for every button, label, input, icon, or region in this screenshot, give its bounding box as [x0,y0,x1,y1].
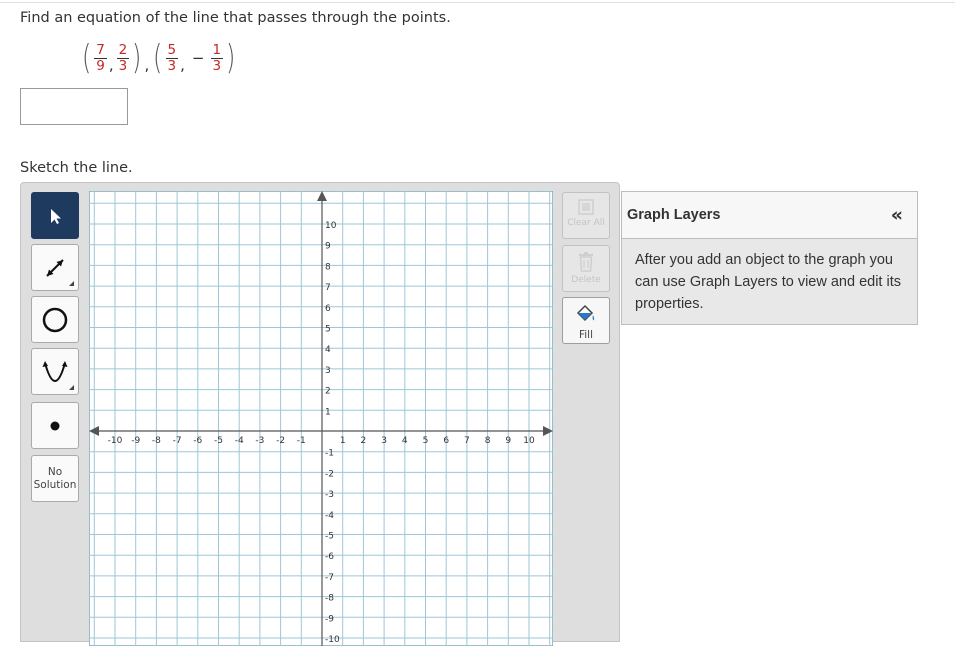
x-tick-label: 9 [505,436,511,446]
y-tick-label: 5 [325,325,331,335]
y-tick-label: -5 [325,532,334,542]
fill-button[interactable]: Fill [562,297,610,344]
paint-bucket-icon [576,304,595,322]
x-tick-label: 8 [485,436,491,446]
coordinate-grid[interactable]: -10 -9 -8 -7 -6 -5 -4 -3 -2 -1 1 2 3 4 5 6 7 8 9 10 10 9 8 7 6 5 4… [89,191,553,646]
x-tick-label: -6 [193,436,202,446]
equation-answer-input[interactable] [20,88,128,125]
delete-button[interactable]: Delete [562,245,610,292]
select-tool-button[interactable] [31,192,79,239]
expand-corner-icon [69,281,74,286]
parabola-icon [42,360,68,382]
x-tick-label: 5 [423,436,429,446]
grid-background [89,191,553,646]
minus-sign: − [191,49,205,67]
delete-label: Delete [571,275,601,285]
y-tick-label: 4 [325,345,331,355]
expand-corner-icon [69,385,74,390]
top-divider [0,2,955,3]
points-expression: ( 7 9 , 2 3 ) , ( 5 3 , − 1 3 ) [80,38,237,78]
p2-x-denominator: 3 [167,57,177,74]
no-solution-button[interactable]: No Solution [31,455,79,502]
p1-y-denominator: 3 [118,57,128,74]
point-dot-icon [50,421,60,430]
x-tick-label: 6 [443,436,449,446]
y-tick-label: -8 [325,594,334,604]
y-tick-label: 2 [325,387,331,397]
x-tick-label: -9 [131,436,140,446]
fill-label: Fill [578,329,594,341]
no-solution-label: No Solution [34,466,77,492]
y-tick-label: 6 [325,304,331,314]
y-tick-label: -2 [325,469,334,479]
circle-tool-button[interactable] [31,296,79,343]
p1-x-denominator: 9 [96,57,105,74]
no-solution-text-2: Solution [33,478,77,491]
sketch-instruction: Sketch the line. [20,160,133,176]
x-tick-label: 7 [464,436,470,446]
arrow-pointer-icon [51,208,61,224]
x-tick-label: -4 [235,436,244,446]
y-tick-label: 9 [325,242,331,252]
y-tick-label: 3 [325,366,331,376]
y-tick-label: 7 [325,283,331,293]
y-tick-label: -1 [325,449,334,459]
clear-all-button[interactable]: Clear All [562,192,610,239]
x-tick-label: -3 [255,436,264,446]
graph-layers-title: Graph Layers [627,207,721,223]
left-paren: ( [153,38,163,78]
y-tick-label: -7 [325,573,334,583]
y-tick-label: -10 [325,635,340,645]
p2-x-numerator: 5 [167,41,177,58]
question-text: Find an equation of the line that passes… [20,10,451,26]
graph-panel: No Solution -10 -9 -8 -7 -6 -5 -4 -3 -2 -1 1 2 3 4 5 6 7… [20,182,620,646]
x-tick-label: -2 [276,436,285,446]
x-tick-label: -8 [152,436,161,446]
left-paren: ( [81,38,92,78]
y-tick-label: -6 [325,552,334,562]
trash-icon [579,252,593,272]
p2-y-fraction: 1 3 [210,41,224,74]
y-tick-label: -3 [325,490,334,500]
right-paren: ) [226,38,236,78]
collapse-icon[interactable]: « [891,204,903,226]
x-tick-label: 1 [340,436,346,446]
line-tool-button[interactable] [31,244,79,291]
p2-x-fraction: 5 3 [165,41,179,74]
circle-icon [42,307,68,332]
x-tick-label: 2 [361,436,367,446]
graph-layers-header: Graph Layers « [622,192,917,239]
comma: , [108,56,114,74]
y-tick-label: 1 [325,407,331,417]
graph-layers-description: After you add an object to the graph you… [635,252,901,312]
parabola-tool-button[interactable] [31,348,79,395]
graph-layers-panel: Graph Layers « After you add an object t… [621,191,918,325]
p2-y-denominator: 3 [212,57,222,74]
clear-all-label: Clear All [567,218,605,228]
clear-all-icon [578,199,594,215]
y-tick-label: 8 [325,262,331,272]
p1-y-numerator: 2 [118,41,128,58]
x-tick-label: 3 [381,436,387,446]
point-tool-button[interactable] [31,402,79,449]
p1-y-fraction: 2 3 [116,41,130,74]
x-tick-label: 4 [402,436,408,446]
no-solution-text-1: No [47,465,63,478]
p1-x-numerator: 7 [96,41,105,58]
right-paren: ) [132,38,142,78]
p1-x-fraction: 7 9 [94,41,107,74]
line-arrow-icon [46,258,64,277]
x-tick-label: -7 [173,436,182,446]
p2-y-numerator: 1 [212,41,222,58]
x-tick-label: 10 [523,436,535,446]
comma: , [180,56,185,74]
y-tick-label: -9 [325,614,334,624]
x-tick-label: -5 [214,436,223,446]
y-tick-label: 10 [325,221,337,231]
x-tick-label: -1 [297,436,306,446]
comma: , [144,56,150,74]
x-tick-label: -10 [108,436,123,446]
y-tick-label: -4 [325,511,334,521]
